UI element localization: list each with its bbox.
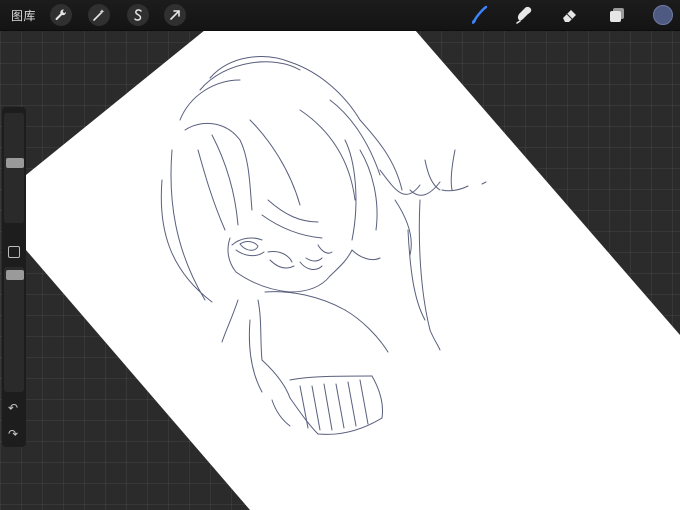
smudge-icon[interactable] [514,5,534,25]
opacity-thumb[interactable] [6,270,24,280]
paper-sheet [26,30,680,510]
redo-icon[interactable]: ↷ [6,427,20,441]
gallery-button[interactable]: 图库 [11,7,36,24]
transform-arrow-icon[interactable] [164,4,186,26]
drawing-canvas[interactable] [0,0,680,510]
brush-size-thumb[interactable] [6,158,24,168]
opacity-slider[interactable] [4,267,24,392]
selection-icon[interactable] [127,4,149,26]
actions-wrench-icon[interactable] [50,4,72,26]
layers-icon[interactable] [607,5,627,25]
eraser-icon[interactable] [560,5,580,25]
left-sidebar: ↶ ↷ [2,107,26,447]
brush-size-slider[interactable] [4,113,24,223]
undo-icon[interactable]: ↶ [6,401,20,415]
color-picker-swatch[interactable] [653,5,673,25]
brush-icon[interactable] [470,5,490,25]
adjustments-wand-icon[interactable] [88,4,110,26]
modify-button[interactable] [8,246,20,258]
top-toolbar: 图库 [0,0,680,31]
